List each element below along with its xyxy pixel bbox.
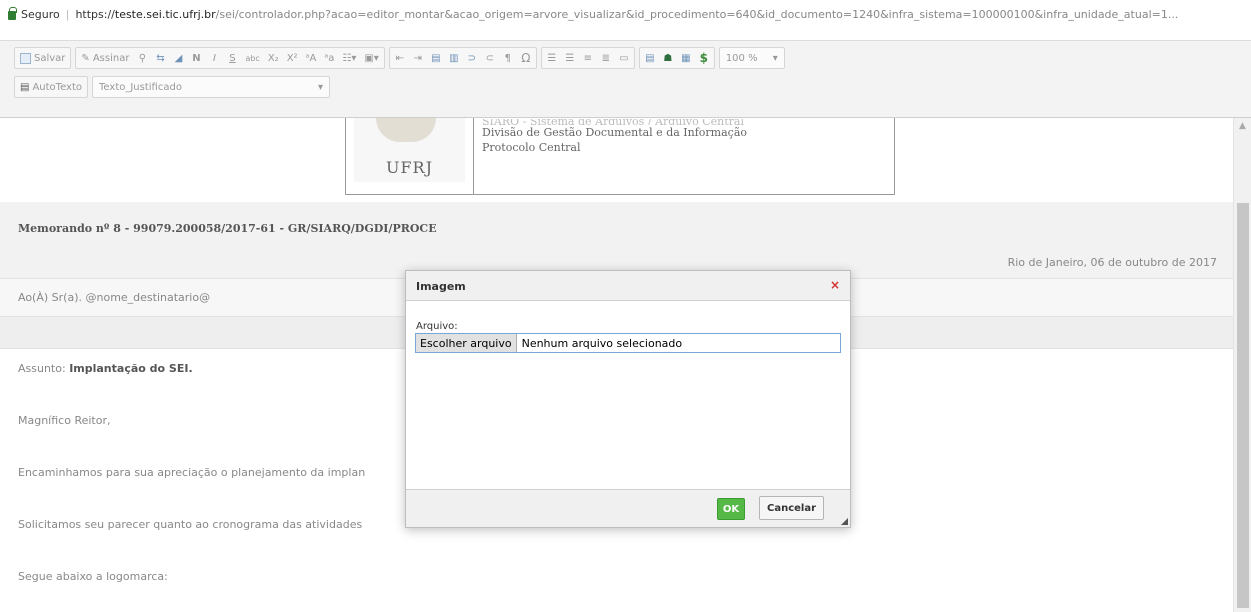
subject-line: Assunto: Implantação do SEI. xyxy=(18,362,193,375)
subject-value: Implantação do SEI. xyxy=(69,362,193,375)
toolbar-row-2: ▤ AutoTexto Texto_Justificado ▾ xyxy=(14,76,331,98)
memo-header-band: Memorando nº 8 - 99079.200058/2017-61 - … xyxy=(0,202,1233,279)
save-button[interactable]: Salvar xyxy=(18,49,67,67)
autotext-button[interactable]: ▤ AutoTexto xyxy=(18,78,84,96)
document-scrollbar[interactable]: ▲ xyxy=(1233,118,1251,612)
anchor-icon[interactable]: ⊂ xyxy=(483,49,497,67)
chevron-down-icon: ▾ xyxy=(317,81,324,93)
insert-block-icon[interactable]: ▣▾ xyxy=(362,49,380,67)
ok-button[interactable]: OK xyxy=(717,498,745,520)
find-icon[interactable]: ⚲ xyxy=(135,49,149,67)
cancel-button[interactable]: Cancelar xyxy=(759,496,824,520)
ordered-list-icon[interactable]: ☰ xyxy=(545,49,559,67)
omega-icon[interactable]: Ω xyxy=(519,49,533,67)
address-bar[interactable]: Seguro | https:// teste.sei.tic.ufrj.br … xyxy=(0,0,1251,29)
letterhead-divider xyxy=(473,118,474,195)
people-icon[interactable]: ☗ xyxy=(661,49,675,67)
lock-icon xyxy=(8,7,17,20)
zoom-select[interactable]: 100 % ▾ xyxy=(718,47,785,69)
table-icon[interactable]: ☷▾ xyxy=(340,49,358,67)
underline-button[interactable]: S xyxy=(225,49,239,67)
close-icon[interactable]: × xyxy=(830,278,840,292)
scroll-thumb[interactable] xyxy=(1237,203,1249,608)
copy-format-icon[interactable]: ▤ xyxy=(429,49,443,67)
strike-button[interactable]: abc xyxy=(243,49,261,67)
link-icon[interactable]: ⊃ xyxy=(465,49,479,67)
image-dialog: Imagem × Arquivo: Escolher arquivo Nenhu… xyxy=(405,270,851,528)
superscript-button[interactable]: X² xyxy=(285,49,300,67)
bullet-list-icon[interactable]: ☰ xyxy=(563,49,577,67)
subscript-button[interactable]: X₂ xyxy=(266,49,281,67)
ufrj-logo: UFRJ xyxy=(354,118,465,182)
image-icon[interactable]: ▭ xyxy=(617,49,631,67)
autotext-icon: ▤ xyxy=(20,81,30,93)
file-label: Arquivo: xyxy=(416,321,458,332)
italic-button[interactable]: I xyxy=(207,49,221,67)
save-label: Salvar xyxy=(34,52,66,64)
memo-title: Memorando nº 8 - 99079.200058/2017-61 - … xyxy=(18,222,437,235)
insert-group: ▤ ☗ ▦ $ xyxy=(638,47,715,69)
autotext-group: ▤ AutoTexto xyxy=(14,76,89,98)
eraser-icon[interactable]: ◢ xyxy=(171,49,185,67)
scroll-up-icon[interactable]: ▲ xyxy=(1239,121,1246,131)
recipient-text: Ao(À) Sr(a). @nome_destinatario@ xyxy=(18,291,211,304)
sign-group: ✎ Assinar ⚲ ⇆ ◢ N I S abc X₂ X² ᵃA ᵃa ☷▾… xyxy=(75,47,385,69)
dollar-icon[interactable]: $ xyxy=(697,49,711,67)
pilcrow-icon[interactable]: ¶ xyxy=(501,49,515,67)
url-path: /sei/controlador.php?acao=editor_montar&… xyxy=(215,8,1179,21)
letterhead-text: SIARQ - Sistema de Arquivos / Arquivo Ce… xyxy=(482,119,747,155)
letterhead-line-3: Protocolo Central xyxy=(482,141,581,154)
sign-label: Assinar xyxy=(92,52,130,64)
subject-label: Assunto: xyxy=(18,362,70,375)
indent-icon[interactable]: ⇤ xyxy=(393,49,407,67)
file-input[interactable]: Escolher arquivo Nenhum arquivo selecion… xyxy=(415,333,841,353)
logo-text: UFRJ xyxy=(385,158,434,177)
file-status: Nenhum arquivo selecionado xyxy=(521,336,683,350)
choose-file-button[interactable]: Escolher arquivo xyxy=(416,334,517,352)
chevron-down-icon: ▾ xyxy=(772,52,778,64)
dialog-footer: OK Cancelar xyxy=(406,489,850,527)
style-select[interactable]: Texto_Justificado ▾ xyxy=(92,76,331,98)
style-value: Texto_Justificado xyxy=(99,81,182,93)
dialog-title: Imagem xyxy=(416,280,466,293)
paragraph-1: Encaminhamos para sua apreciação o plane… xyxy=(18,466,366,479)
bold-button[interactable]: N xyxy=(189,49,203,67)
save-group: Salvar xyxy=(14,47,72,69)
url-host: teste.sei.tic.ufrj.br xyxy=(114,8,216,21)
autotext-label: AutoTexto xyxy=(32,81,83,93)
zoom-value: 100 % xyxy=(725,52,758,64)
spreadsheet-icon[interactable]: ▦ xyxy=(679,49,693,67)
editor-toolbar: Salvar ✎ Assinar ⚲ ⇆ ◢ N I S abc X₂ X² ᵃ… xyxy=(0,40,1251,118)
document-icon[interactable]: ▤ xyxy=(643,49,657,67)
letterhead: UFRJ SIARQ - Sistema de Arquivos / Arqui… xyxy=(345,118,895,195)
salutation: Magnífico Reitor, xyxy=(18,414,111,427)
memo-date: Rio de Janeiro, 06 de outubro de 2017 xyxy=(1007,256,1217,269)
letterhead-line-2: Divisão de Gestão Documental e da Inform… xyxy=(482,126,747,139)
paragraph-group: ⇤ ⇥ ▤ ▥ ⊃ ⊂ ¶ Ω xyxy=(388,47,537,69)
align-center-icon[interactable]: ≣ xyxy=(599,49,613,67)
replace-icon[interactable]: ⇆ xyxy=(153,49,167,67)
toolbar-row-1: Salvar ✎ Assinar ⚲ ⇆ ◢ N I S abc X₂ X² ᵃ… xyxy=(14,47,785,69)
align-left-icon[interactable]: ≡ xyxy=(581,49,595,67)
seal-emblem-icon xyxy=(376,118,436,142)
dialog-header[interactable]: Imagem × xyxy=(406,271,850,301)
paragraph-2: Solicitamos seu parecer quanto ao cronog… xyxy=(18,518,363,531)
paste-format-icon[interactable]: ▥ xyxy=(447,49,461,67)
address-separator: | xyxy=(65,8,70,21)
sign-button[interactable]: ✎ Assinar xyxy=(79,49,131,67)
lowercase-icon[interactable]: ᵃa xyxy=(322,49,336,67)
floppy-icon xyxy=(20,52,31,64)
url-prefix: https:// xyxy=(75,8,115,21)
pen-icon: ✎ xyxy=(81,52,90,64)
secure-label: Seguro xyxy=(21,8,60,21)
uppercase-icon[interactable]: ᵃA xyxy=(304,49,319,67)
resize-handle-icon[interactable] xyxy=(841,518,848,525)
outdent-icon[interactable]: ⇥ xyxy=(411,49,425,67)
paragraph-3: Segue abaixo a logomarca: xyxy=(18,570,168,583)
list-group: ☰ ☰ ≡ ≣ ▭ xyxy=(540,47,635,69)
